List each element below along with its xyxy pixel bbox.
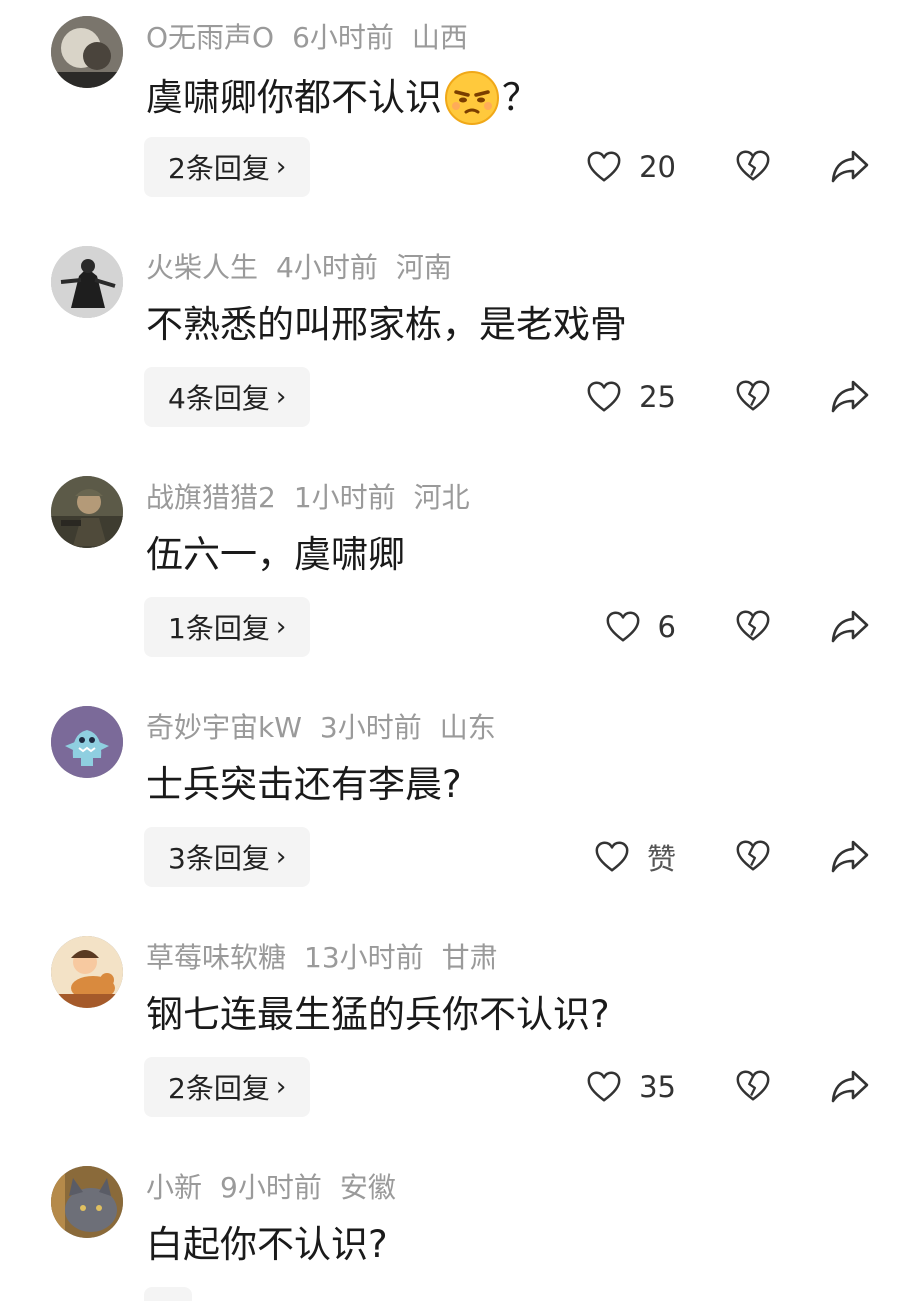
comment-item: 小新 9小时前 安徽 白起你不认识?: [0, 1150, 922, 1301]
heart-icon: [606, 611, 639, 642]
avatar[interactable]: [51, 936, 123, 1008]
share-arrow-icon[interactable]: [830, 377, 870, 415]
username[interactable]: 奇妙宇宙kW: [146, 711, 302, 744]
avatar[interactable]: [51, 246, 123, 318]
like-button[interactable]: 35: [585, 1066, 676, 1108]
broken-heart-icon[interactable]: [734, 377, 772, 415]
comment-item: 战旗猎猎2 1小时前 河北 伍六一，虞啸卿 1条回复 › 6: [0, 460, 922, 690]
avatar[interactable]: [51, 16, 123, 88]
comment-list: O无雨声O 6小时前 山西 虞啸卿你都不认识 ？ 2条回复 › 20 火柴人生 4小时: [0, 0, 922, 1301]
share-arrow-icon[interactable]: [830, 1067, 870, 1105]
view-replies-button[interactable]: 3条回复 ›: [144, 827, 311, 887]
chevron-right-icon: ›: [275, 842, 287, 872]
like-count: 25: [639, 380, 676, 414]
comment-meta: 火柴人生 4小时前 河南: [146, 248, 470, 288]
comment-item: 火柴人生 4小时前 河南 不熟悉的叫邢家栋，是老戏骨 4条回复 › 25: [0, 230, 922, 460]
avatar[interactable]: [51, 706, 123, 778]
share-arrow-icon[interactable]: [830, 837, 870, 875]
like-count: 6: [657, 610, 676, 644]
username[interactable]: O无雨声O: [146, 21, 274, 54]
like-count: 35: [639, 1070, 676, 1104]
timestamp: 9小时前: [220, 1171, 322, 1204]
timestamp: 3小时前: [319, 711, 422, 744]
chevron-right-icon: ›: [275, 152, 287, 182]
avatar[interactable]: [51, 1166, 123, 1238]
region: 甘肃: [441, 941, 498, 974]
like-button[interactable]: 赞: [593, 836, 676, 878]
broken-heart-icon[interactable]: [734, 837, 772, 875]
heart-icon: [595, 841, 629, 872]
region: 山西: [411, 21, 468, 54]
timestamp: 6小时前: [292, 21, 394, 54]
view-replies-button[interactable]: 2条回复 ›: [144, 1057, 311, 1117]
comment-text: 士兵突击还有李晨?: [146, 763, 462, 806]
comment-meta: O无雨声O 6小时前 山西: [146, 18, 486, 58]
username[interactable]: 小新: [146, 1171, 202, 1204]
share-arrow-icon[interactable]: [830, 147, 870, 185]
region: 河南: [395, 251, 452, 284]
region: 河北: [413, 481, 470, 514]
view-replies-button[interactable]: [144, 1287, 192, 1301]
comment-text: 不熟悉的叫邢家栋，是老戏骨: [146, 303, 627, 346]
heart-icon: [587, 1071, 621, 1102]
comment-item: O无雨声O 6小时前 山西 虞啸卿你都不认识 ？ 2条回复 › 20: [0, 0, 922, 230]
heart-icon: [587, 381, 621, 412]
comment-meta: 战旗猎猎2 1小时前 河北: [146, 478, 488, 518]
timestamp: 1小时前: [293, 481, 396, 514]
region: 安徽: [339, 1171, 396, 1204]
comment-text: 白起你不认识?: [146, 1223, 388, 1266]
chevron-right-icon: ›: [275, 382, 287, 412]
region: 山东: [439, 711, 496, 744]
username[interactable]: 火柴人生: [146, 251, 258, 284]
timestamp: 4小时前: [276, 251, 378, 284]
chevron-right-icon: ›: [275, 1072, 287, 1102]
comment-text: 伍六一，虞啸卿: [146, 533, 405, 576]
comment-item: 奇妙宇宙kW 3小时前 山东 士兵突击还有李晨? 3条回复 › 赞: [0, 690, 922, 920]
comment-meta: 草莓味软糖 13小时前 甘肃: [146, 938, 516, 978]
comment-text: 钢七连最生猛的兵你不认识?: [146, 993, 610, 1036]
comment-item: 草莓味软糖 13小时前 甘肃 钢七连最生猛的兵你不认识? 2条回复 › 35: [0, 920, 922, 1150]
broken-heart-icon[interactable]: [734, 607, 772, 645]
comment-meta: 小新 9小时前 安徽: [146, 1168, 414, 1208]
like-count: 赞: [646, 842, 676, 876]
avatar[interactable]: [51, 476, 123, 548]
comment-text: 虞啸卿你都不认识 ？: [146, 70, 539, 126]
like-button[interactable]: 6: [604, 606, 676, 648]
chevron-right-icon: ›: [275, 612, 287, 642]
comment-meta: 奇妙宇宙kW 3小时前 山东: [146, 708, 514, 748]
like-button[interactable]: 20: [585, 146, 676, 188]
like-button[interactable]: 25: [585, 376, 676, 418]
view-replies-button[interactable]: 1条回复 ›: [144, 597, 311, 657]
share-arrow-icon[interactable]: [830, 607, 870, 645]
view-replies-button[interactable]: 4条回复 ›: [144, 367, 311, 427]
broken-heart-icon[interactable]: [734, 147, 772, 185]
heart-icon: [587, 151, 621, 182]
like-count: 20: [639, 150, 676, 184]
view-replies-button[interactable]: 2条回复 ›: [144, 137, 311, 197]
timestamp: 13小时前: [304, 941, 424, 974]
username[interactable]: 战旗猎猎2: [146, 481, 276, 514]
username[interactable]: 草莓味软糖: [146, 941, 286, 974]
annoyed-face-emoji: [444, 70, 500, 126]
broken-heart-icon[interactable]: [734, 1067, 772, 1105]
